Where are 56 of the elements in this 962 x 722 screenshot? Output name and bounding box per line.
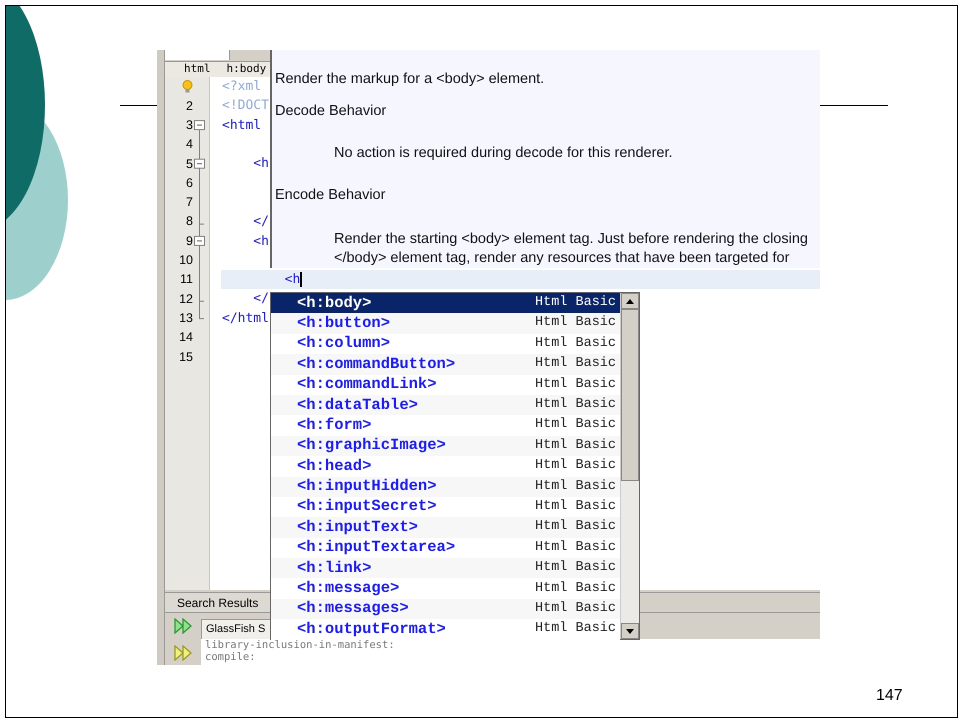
line-number: 6 [186, 176, 193, 190]
code-text: <?xml [222, 80, 262, 94]
line-number: 9 [186, 234, 193, 248]
run-icon[interactable] [173, 618, 193, 634]
doc-heading: Encode Behavior [275, 186, 386, 205]
text-cursor [300, 272, 302, 288]
line-number: 11 [180, 273, 193, 286]
breadcrumb-item[interactable]: h:body [226, 61, 266, 78]
doc-paragraph: Render the markup for a <body> element. [275, 70, 546, 89]
completion-item[interactable]: <h:inputSecret> Html Basic [271, 496, 620, 518]
completion-item[interactable]: <h:inputText> Html Basic [271, 517, 620, 538]
code-text: </ [252, 292, 269, 306]
scroll-up-button[interactable] [621, 293, 639, 309]
page-number: 147 [876, 686, 903, 706]
completion-item[interactable]: <h:graphicImage> Html Basic [271, 436, 620, 456]
code-text: <h [252, 234, 269, 248]
panel-tab[interactable]: Search Results [165, 593, 272, 612]
run-icon[interactable] [173, 645, 193, 661]
line-number: 7 [186, 196, 193, 209]
completion-item[interactable]: <h:outputFormat> Html Basic [271, 619, 620, 640]
line-number: 2 [186, 100, 193, 112]
panel-tab[interactable]: GlassFish S [201, 619, 272, 639]
line-number: 5 [186, 158, 193, 170]
completion-item[interactable]: <h:body> Html Basic [271, 293, 620, 314]
scrollbar[interactable] [620, 293, 639, 639]
output-line: compile: [205, 651, 257, 663]
line-number: 14 [179, 331, 193, 344]
completion-item[interactable]: <h:inputHidden> Html Basic [271, 476, 620, 497]
doc-paragraph: Render the starting <body> element tag. Just before rendering the closing </body> element tag, render any resources that have been targeted for [334, 230, 809, 268]
breadcrumb-item[interactable]: html [184, 61, 210, 78]
code-text: <!DOCT [222, 99, 269, 112]
line-number: 4 [186, 138, 193, 151]
doc-paragraph: No action is required during decode for this renderer. [334, 144, 674, 163]
line-number: 8 [186, 215, 193, 228]
code-text: <h [252, 157, 269, 170]
completion-item[interactable]: <h:messages> Html Basic [271, 598, 620, 620]
line-number: 10 [179, 254, 193, 267]
completion-item[interactable]: <h:button> Html Basic [271, 313, 620, 334]
scroll-down-button[interactable] [621, 623, 639, 639]
up-arrow-icon [626, 298, 634, 304]
code-text: <html [222, 118, 262, 132]
output-line: library-inclusion-in-manifest: [205, 639, 396, 651]
completion-item[interactable]: <h:commandButton> Html Basic [271, 354, 620, 375]
down-arrow-icon [626, 628, 634, 634]
completion-item[interactable]: <h:link> Html Basic [271, 558, 620, 578]
line-number: 15 [179, 350, 193, 364]
line-number: 12 [179, 292, 193, 306]
code-text: <h [284, 273, 300, 286]
lightbulb-icon[interactable] [182, 80, 193, 94]
completion-item[interactable]: <h:dataTable> Html Basic [271, 394, 620, 416]
line-number: 13 [179, 312, 193, 324]
scroll-thumb[interactable] [621, 309, 639, 481]
line-number: 3 [186, 118, 193, 132]
code-text: </ [252, 215, 269, 228]
code-text: </html [222, 312, 269, 325]
doc-heading: Decode Behavior [275, 102, 388, 121]
